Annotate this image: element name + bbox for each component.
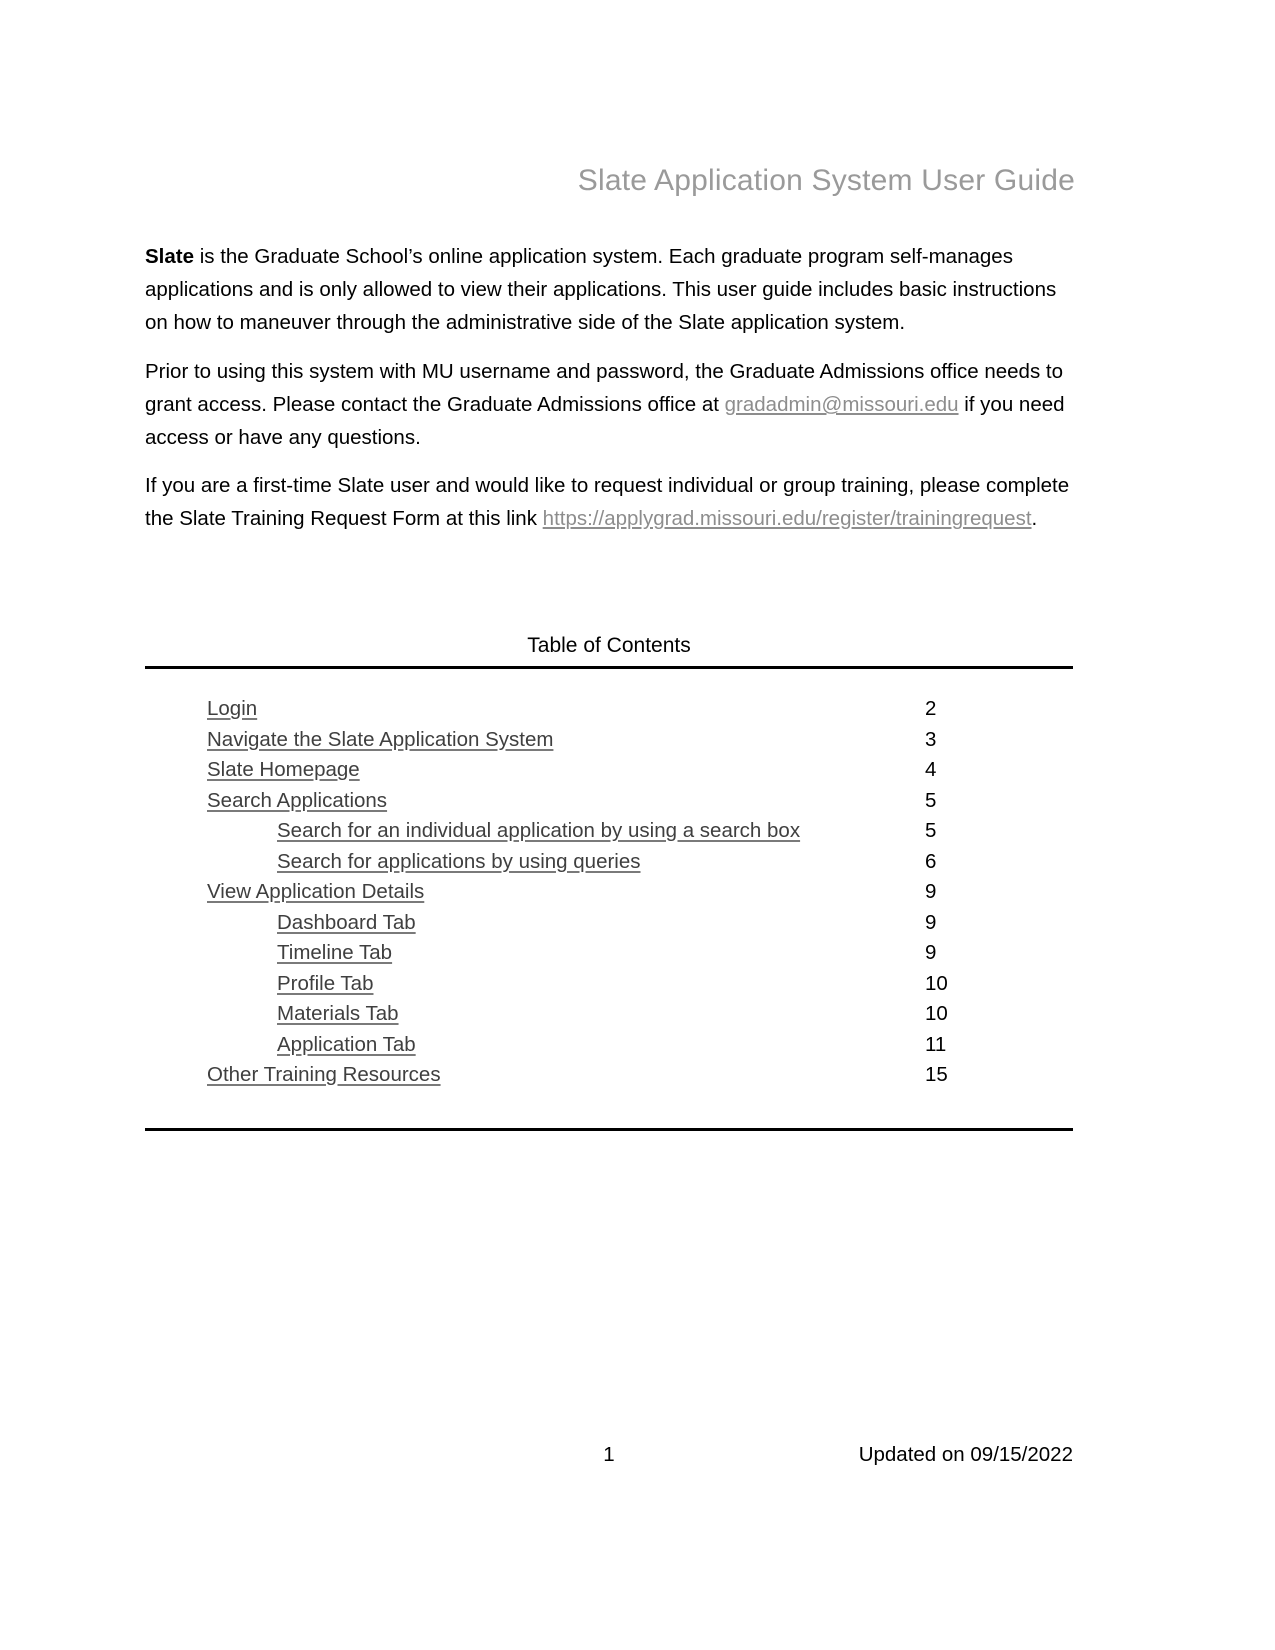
toc-entry: Navigate the Slate Application System 3 bbox=[145, 725, 1073, 756]
toc-entry: Other Training Resources 15 bbox=[145, 1060, 1073, 1091]
toc-entry-link[interactable]: Navigate the Slate Application System bbox=[207, 725, 553, 756]
toc-entry-link[interactable]: Search for applications by using queries bbox=[277, 847, 641, 878]
toc-top-divider bbox=[145, 666, 1073, 669]
toc-heading: Table of Contents bbox=[527, 634, 691, 657]
document-page: Slate Application System User Guide Slat… bbox=[0, 0, 1275, 1650]
toc-entry-page-number: 9 bbox=[925, 941, 937, 964]
toc-entry-page-number: 10 bbox=[925, 1002, 948, 1025]
intro-text: is the Graduate School’s online applicat… bbox=[145, 245, 1057, 334]
toc-entry: Search for an individual application by … bbox=[145, 816, 1073, 847]
toc-entry: Search Applications 5 bbox=[145, 786, 1073, 817]
toc-entry-page-number: 3 bbox=[925, 727, 937, 751]
toc-entry-page-number: 5 bbox=[925, 788, 937, 812]
toc-entry-page-number: 15 bbox=[925, 1063, 948, 1086]
toc-entry: Application Tab 11 bbox=[145, 1030, 1073, 1061]
toc-entry: Login 2 bbox=[145, 694, 1073, 725]
toc-entry-link[interactable]: Search Applications bbox=[207, 786, 387, 817]
gradadmin-email-link[interactable]: gradadmin@missouri.edu bbox=[725, 393, 959, 416]
toc-entry-page-number: 11 bbox=[925, 1032, 947, 1056]
toc-entry: View Application Details 9 bbox=[145, 877, 1073, 908]
paragraph-access: Prior to using this system with MU usern… bbox=[145, 355, 1073, 454]
toc-entry-page-number: 10 bbox=[925, 971, 948, 995]
toc-entry-link[interactable]: Profile Tab bbox=[277, 969, 373, 1000]
toc-entry-page-number: 4 bbox=[925, 758, 937, 781]
toc-entry: Slate Homepage 4 bbox=[145, 755, 1073, 786]
toc-entry-page-number: 9 bbox=[925, 880, 937, 903]
toc-entry: Search for applications by using queries… bbox=[145, 847, 1073, 878]
toc-entry-link[interactable]: View Application Details bbox=[207, 877, 424, 908]
toc-entry-link[interactable]: Materials Tab bbox=[277, 999, 399, 1030]
intro-bold-lead: Slate bbox=[145, 245, 194, 268]
toc-entry-link[interactable]: Slate Homepage bbox=[207, 755, 360, 786]
paragraph-intro: Slate is the Graduate School’s online ap… bbox=[145, 240, 1073, 339]
toc-entry: Profile Tab 10 bbox=[145, 969, 1073, 1000]
footer-updated-date: Updated on 09/15/2022 bbox=[858, 1443, 1073, 1466]
toc-entry-link[interactable]: Application Tab bbox=[277, 1030, 416, 1061]
page-title: Slate Application System User Guide bbox=[577, 164, 1075, 197]
toc-entry: Dashboard Tab 9 bbox=[145, 908, 1073, 939]
toc-entry-link[interactable]: Other Training Resources bbox=[207, 1060, 441, 1091]
toc-entry-page-number: 2 bbox=[925, 697, 937, 720]
toc-entry-link[interactable]: Login bbox=[207, 694, 257, 725]
toc-entry-link[interactable]: Dashboard Tab bbox=[277, 908, 416, 939]
toc-entry-page-number: 5 bbox=[925, 819, 937, 842]
paragraph-training: If you are a first-time Slate user and w… bbox=[145, 469, 1073, 535]
toc-entry: Materials Tab 10 bbox=[145, 999, 1073, 1030]
training-text-after: . bbox=[1031, 507, 1038, 530]
toc-entry-link[interactable]: Search for an individual application by … bbox=[277, 816, 800, 847]
toc-entry-link[interactable]: Timeline Tab bbox=[277, 938, 392, 969]
toc-bottom-divider bbox=[145, 1128, 1073, 1131]
toc-entry-page-number: 6 bbox=[925, 849, 937, 873]
toc-entry-page-number: 9 bbox=[925, 910, 937, 934]
training-request-form-link[interactable]: https://applygrad.missouri.edu/register/… bbox=[543, 507, 1032, 530]
page-footer: 1 Updated on 09/15/2022 bbox=[145, 1440, 1073, 1470]
toc-list: Login 2 Navigate the Slate Application Sys… bbox=[145, 694, 1073, 1091]
toc-entry: Timeline Tab 9 bbox=[145, 938, 1073, 969]
